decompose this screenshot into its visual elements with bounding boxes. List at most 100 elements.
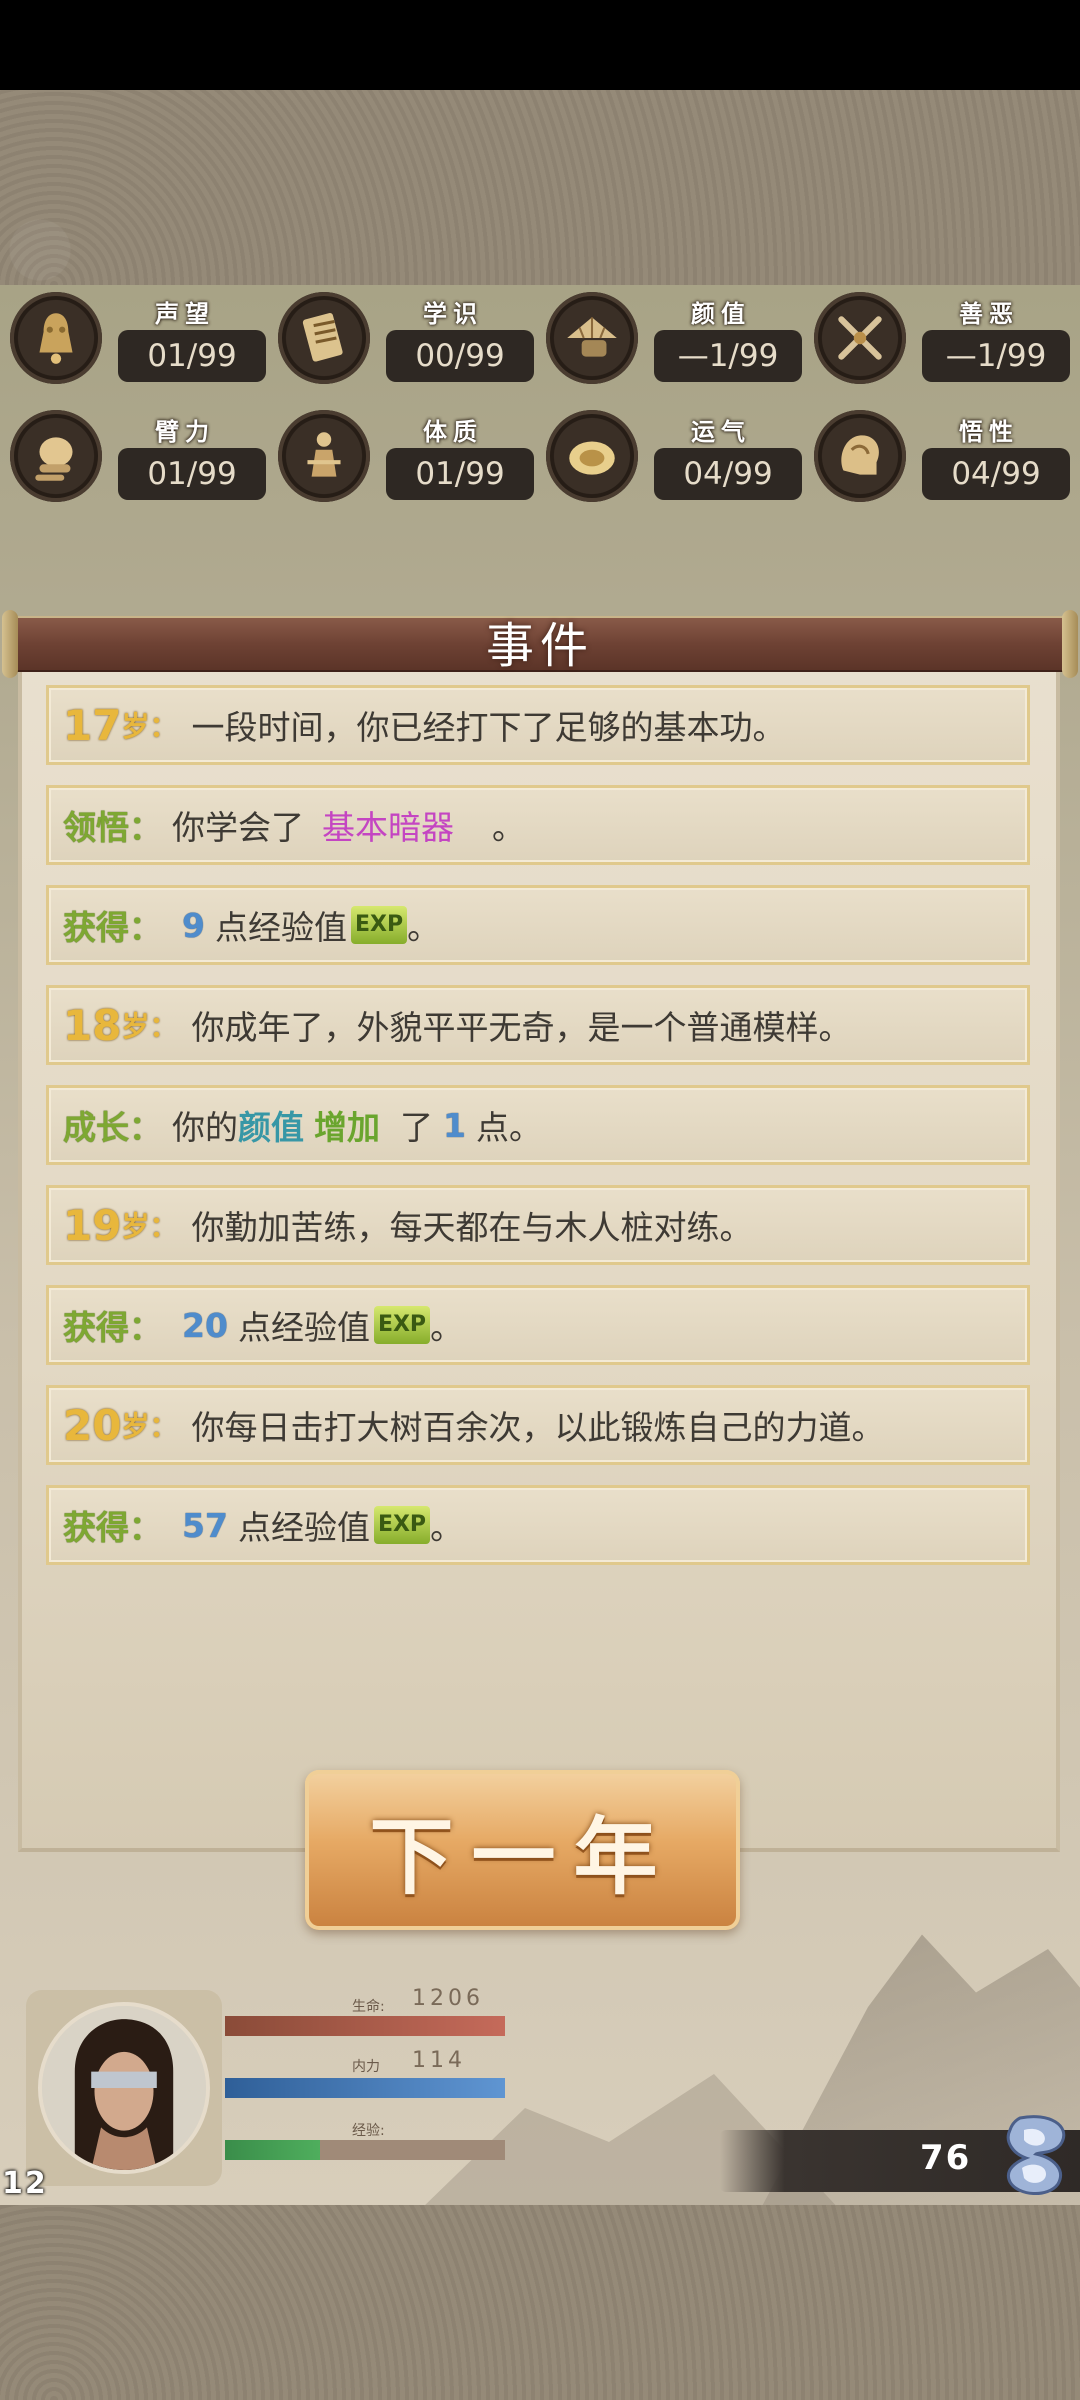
event-text: 点经验值: [214, 908, 347, 947]
event-age: 19: [63, 1200, 122, 1250]
event-text: 点经验值: [237, 1308, 370, 1347]
bell-icon: [10, 292, 102, 384]
attr-value: 00/99: [386, 330, 534, 382]
skill-name[interactable]: 基本暗器: [322, 801, 454, 849]
attr-looks[interactable]: 颜值 —1/99: [546, 290, 811, 386]
event-age: 20: [63, 1400, 122, 1450]
event-suffix: 。: [492, 808, 525, 847]
event-age: 18: [63, 1000, 122, 1050]
event-text: 点经验值: [237, 1508, 370, 1547]
xp-bar: [225, 2140, 505, 2160]
scroll-rod-cap: [2, 610, 18, 678]
exp-icon: EXP: [373, 1506, 431, 1544]
mp-bar-fill: [225, 2078, 505, 2098]
xp-bar-fill: [225, 2140, 321, 2160]
event-suffix: 。: [430, 1508, 464, 1547]
event-text: 一段时间，你已经打下了足够的基本功。: [191, 708, 786, 747]
attr-label: 运气: [691, 418, 751, 446]
mind-icon: [814, 410, 906, 502]
event-tag: 获得：: [63, 1308, 162, 1347]
attr-value: 01/99: [118, 330, 266, 382]
hp-bar-fill: [225, 2016, 505, 2036]
attr-constitution[interactable]: 体质 01/99: [278, 408, 543, 504]
xp-label: 经验:: [352, 2123, 385, 2139]
event-tag: 成长：: [63, 1108, 162, 1147]
attr-comprehension[interactable]: 悟性 04/99: [814, 408, 1079, 504]
exp-icon: EXP: [350, 906, 408, 944]
event-suffix: 。: [430, 1308, 464, 1347]
attr-label: 体质: [423, 418, 483, 446]
attr-knowledge[interactable]: 学识 00/99: [278, 290, 543, 386]
event-age-unit: 岁：: [121, 1210, 178, 1243]
panel-title: 事件: [485, 618, 594, 674]
hp-bar: [225, 2016, 505, 2036]
event-age-unit: 岁：: [121, 710, 178, 743]
attr-label: 学识: [423, 300, 483, 328]
event-row: 获得： 57 点经验值 EXP 。: [46, 1485, 1030, 1565]
avatar[interactable]: [38, 2002, 210, 2174]
event-tag: 获得：: [63, 1508, 162, 1547]
bottom-decor-band: [0, 2205, 1080, 2400]
event-number: 57: [182, 1505, 228, 1545]
event-text: 你的: [172, 1108, 238, 1147]
event-age: 17: [63, 700, 122, 750]
event-text: 你每日击打大树百余次，以此锻炼自己的力道。: [191, 1408, 885, 1447]
hat-icon: [546, 292, 638, 384]
coin-icon: [546, 410, 638, 502]
event-row: 20 岁： 你每日击打大树百余次，以此锻炼自己的力道。: [46, 1385, 1030, 1465]
event-age-unit: 岁：: [121, 1410, 178, 1443]
event-row: 18 岁： 你成年了，外貌平平无奇，是一个普通模样。: [46, 985, 1030, 1065]
attr-value: 01/99: [386, 448, 534, 500]
event-text: 你勤加苦练，每天都在与木人桩对练。: [191, 1208, 753, 1247]
attr-value: —1/99: [922, 330, 1070, 382]
attr-label: 声望: [155, 300, 215, 328]
event-row: 获得： 20 点经验值 EXP 。: [46, 1285, 1030, 1365]
event-row: 成长： 你的 颜值 增加 了 1 点。: [46, 1085, 1030, 1165]
scroll-rod-cap: [1062, 610, 1078, 678]
currency-value: 76: [920, 2138, 972, 2178]
next-year-label: 下一年: [369, 1806, 676, 1906]
event-text: 你学会了: [172, 808, 304, 847]
event-suffix: 。: [407, 908, 441, 947]
event-attribute: 颜值: [238, 1108, 304, 1147]
event-text: 你成年了，外貌平平无奇，是一个普通模样。: [191, 1008, 852, 1047]
event-row: 领悟： 你学会了 基本暗器 。: [46, 785, 1030, 865]
attr-value: 04/99: [654, 448, 802, 500]
event-verb: 增加: [314, 1108, 380, 1147]
body-icon: [278, 410, 370, 502]
attr-morality[interactable]: 善恶 —1/99: [814, 290, 1079, 386]
silver-ingot-icon: [1006, 2115, 1066, 2195]
event-number: 9: [182, 905, 205, 945]
mp-label: 内力: [352, 2059, 380, 2075]
event-text: 了: [400, 1108, 433, 1147]
mp-bar: [225, 2078, 505, 2098]
attr-label: 悟性: [959, 418, 1019, 446]
attr-label: 颜值: [691, 300, 751, 328]
event-row: 17 岁： 一段时间，你已经打下了足够的基本功。: [46, 685, 1030, 765]
event-suffix: 点。: [475, 1108, 542, 1147]
attr-label: 善恶: [959, 300, 1019, 328]
attr-prestige[interactable]: 声望 01/99: [10, 290, 275, 386]
attr-value: —1/99: [654, 330, 802, 382]
top-decor-band: [0, 90, 1080, 285]
crossed-swords-icon: [814, 292, 906, 384]
event-row: 获得： 9 点经验值 EXP 。: [46, 885, 1030, 965]
scroll-icon: [278, 292, 370, 384]
event-number: 20: [182, 1305, 228, 1345]
attr-luck[interactable]: 运气 04/99: [546, 408, 811, 504]
hp-label: 生命:: [352, 1999, 385, 2015]
hp-value: 1206: [412, 1986, 484, 2011]
attr-label: 臂力: [155, 418, 215, 446]
event-row: 19 岁： 你勤加苦练，每天都在与木人桩对练。: [46, 1185, 1030, 1265]
mp-value: 114: [412, 2048, 466, 2073]
attr-value: 04/99: [922, 448, 1070, 500]
fist-icon: [10, 410, 102, 502]
event-tag: 领悟：: [63, 808, 162, 847]
next-year-button[interactable]: 下一年: [305, 1770, 740, 1930]
attr-value: 01/99: [118, 448, 266, 500]
attr-strength[interactable]: 臂力 01/99: [10, 408, 275, 504]
exp-icon: EXP: [373, 1306, 431, 1344]
player-level: 12: [2, 2166, 48, 2201]
event-number: 1: [443, 1105, 466, 1145]
status-bar: [0, 0, 1080, 90]
